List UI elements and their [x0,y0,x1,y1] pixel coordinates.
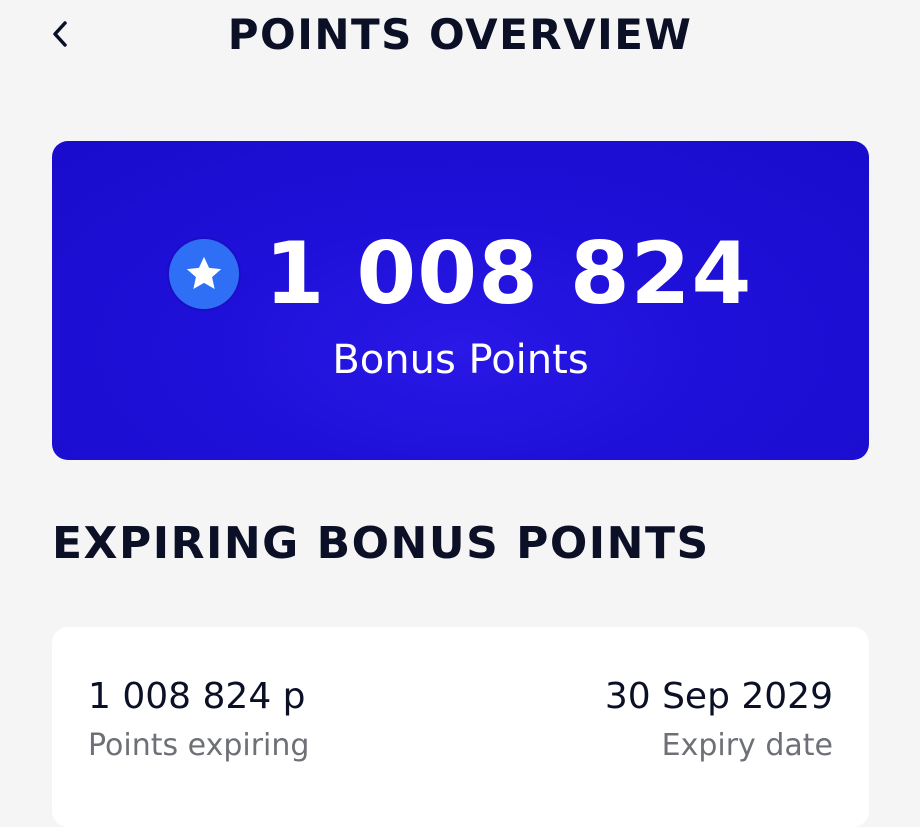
points-balance: 1 008 824 [264,224,753,324]
header: POINTS OVERVIEW [0,0,920,70]
points-row: 1 008 824 [52,229,869,319]
star-icon [186,256,221,290]
expiry-date-value: 30 Sep 2029 [604,676,833,717]
bonus-points-card: 1 008 824 Bonus Points [52,141,869,460]
points-expiring-label: Points expiring [88,728,310,764]
points-expiring-value: 1 008 824 p [88,676,306,717]
points-balance-label: Bonus Points [332,337,589,383]
expiry-date-group: 30 Sep 2029 Expiry date [605,675,833,764]
expiry-date-label: Expiry date [661,728,833,764]
section-heading-expiring: EXPIRING BONUS POINTS [52,518,710,569]
star-badge [168,239,239,309]
expiring-points-card: 1 008 824 p Points expiring 30 Sep 2029 … [52,627,869,827]
page-title: POINTS OVERVIEW [227,10,693,59]
points-expiring-group: 1 008 824 p Points expiring [88,675,309,764]
